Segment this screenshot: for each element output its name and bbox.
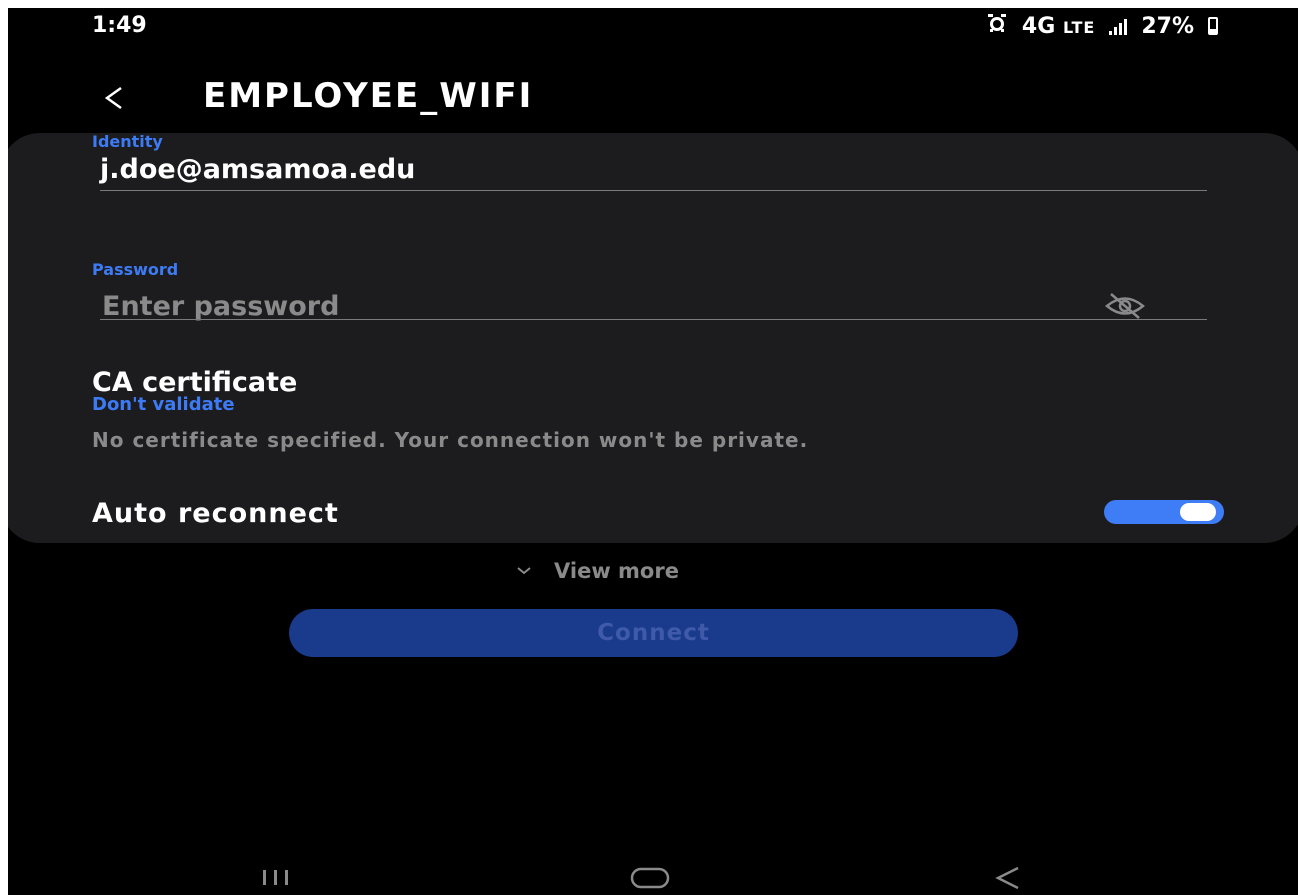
nav-home-button[interactable] — [620, 866, 680, 890]
eye-off-icon — [1105, 293, 1145, 319]
identity-label: Identity — [92, 132, 163, 151]
alarm-icon — [986, 13, 1008, 39]
chevron-left-icon — [104, 86, 122, 110]
chevron-down-icon — [517, 567, 531, 575]
back-button[interactable] — [94, 78, 134, 118]
settings-card — [8, 133, 1298, 543]
view-more-label: View more — [554, 559, 679, 583]
back-icon — [995, 866, 1019, 890]
identity-input[interactable]: j.doe@amsamoa.edu — [100, 154, 415, 185]
signal-icon — [1109, 17, 1128, 35]
battery-icon — [1208, 17, 1218, 35]
status-icons: 4G LTE 27% — [986, 13, 1218, 39]
identity-underline — [100, 190, 1207, 191]
certificate-warning: No certificate specified. Your connectio… — [92, 428, 809, 452]
password-label: Password — [92, 260, 179, 279]
ca-certificate-value[interactable]: Don't validate — [92, 394, 235, 415]
recent-apps-icon — [263, 870, 288, 885]
nav-recent-apps-button[interactable] — [246, 866, 306, 890]
password-underline — [100, 319, 1207, 320]
page-title: EMPLOYEE_WIFI — [203, 76, 534, 116]
phone-screen: 1:49 4G LTE 27% EMPLOYEE_WIFI Identity j… — [8, 8, 1298, 895]
connect-button[interactable]: Connect — [289, 609, 1018, 657]
auto-reconnect-toggle[interactable] — [1104, 500, 1224, 524]
status-time: 1:49 — [92, 13, 147, 38]
nav-back-button[interactable] — [988, 863, 1028, 893]
view-more-button[interactable]: View more — [516, 559, 679, 583]
auto-reconnect-label: Auto reconnect — [92, 498, 339, 529]
toggle-knob — [1180, 503, 1216, 521]
network-subtype: LTE — [1062, 17, 1096, 37]
password-visibility-toggle[interactable] — [1103, 291, 1147, 321]
network-type: 4G — [1021, 13, 1056, 39]
home-icon — [630, 867, 670, 889]
battery-level: 27% — [1141, 13, 1194, 39]
